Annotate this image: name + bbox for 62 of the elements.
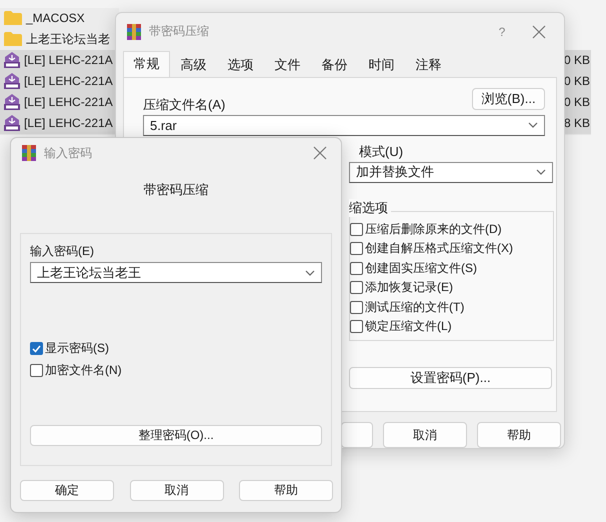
dialog-button[interactable]: 确定 [20, 480, 114, 501]
close-icon [313, 146, 327, 160]
field-label: 模式(U) [358, 142, 404, 160]
checkbox-label: 创建固实压缩文件(S) [365, 260, 477, 277]
tab[interactable]: 高级 [170, 52, 217, 76]
file-name: [LE] LEHC-221A [24, 95, 113, 110]
checkbox[interactable] [350, 300, 363, 314]
checkbox[interactable] [350, 222, 363, 236]
checkbox[interactable] [350, 242, 363, 256]
archive-icon [4, 94, 20, 110]
close-icon [532, 24, 546, 39]
checkbox[interactable] [350, 320, 363, 334]
folder-icon [4, 32, 22, 46]
tab[interactable]: 备份 [311, 52, 358, 76]
dialog-button[interactable]: 取消 [382, 422, 467, 448]
checkbox[interactable] [350, 262, 363, 275]
file-name: [LE] LEHC-221A [24, 116, 113, 130]
dialog-button[interactable]: 帮助 [239, 480, 333, 501]
dialog-button[interactable]: 帮助 [476, 422, 561, 448]
group-label: 缩选项 [349, 198, 391, 216]
checkbox-label: 加密文件名(N) [45, 362, 122, 379]
file-name: [LE] LEHC-221A [24, 74, 113, 88]
folder-icon [4, 11, 22, 26]
window-title: 输入密码 [44, 144, 92, 162]
archive-stack-icon [126, 24, 142, 40]
tab[interactable]: 文件 [264, 52, 311, 76]
tab[interactable]: 注释 [405, 52, 452, 76]
field-label: 压缩文件名(A) [143, 96, 226, 114]
window-title: 带密码压缩 [149, 23, 209, 40]
field-label: 输入密码(E) [30, 243, 94, 260]
browse-button[interactable]: 浏览(B)... [472, 88, 545, 110]
tab[interactable]: 选项 [217, 52, 264, 76]
file-name: [LE] LEHC-221A [24, 53, 113, 68]
tab[interactable]: 时间 [358, 52, 405, 76]
checkbox-label: 测试压缩的文件(T) [365, 298, 464, 316]
checkbox-label: 创建自解压格式压缩文件(X) [365, 240, 513, 258]
password-field[interactable]: 上老王论坛当老王 [30, 262, 322, 283]
chevron-down-icon [528, 122, 538, 128]
archive-stack-icon [21, 145, 37, 161]
checkbox-label: 显示密码(S) [45, 340, 109, 357]
file-name: _MACOSX [26, 11, 85, 26]
dialog-heading: 带密码压缩 [144, 181, 208, 199]
checkbox-label: 压缩后删除原来的文件(D) [365, 220, 502, 238]
dialog-button[interactable]: 取消 [130, 480, 224, 501]
checkbox[interactable] [30, 342, 43, 355]
organize-password-button[interactable]: 整理密码(O)... [30, 425, 322, 446]
checkbox[interactable] [350, 281, 363, 294]
archive-icon [4, 52, 20, 68]
archive-name-field[interactable]: 5.rar [143, 114, 545, 136]
file-name: 上老王论坛当老 [26, 30, 110, 48]
checkbox[interactable] [30, 364, 43, 377]
file-row[interactable]: _MACOSX [0, 8, 119, 30]
update-mode-field[interactable]: 加并替换文件 [349, 162, 553, 182]
archive-icon [4, 115, 20, 132]
archive-icon [4, 73, 20, 90]
tab[interactable]: 常规 [123, 50, 170, 76]
set-password-button[interactable]: 设置密码(P)... [349, 366, 552, 388]
chevron-down-icon [536, 169, 546, 175]
check-icon [32, 344, 41, 352]
checkbox-label: 添加恢复记录(E) [365, 279, 453, 296]
checkbox-label: 锁定压缩文件(L) [365, 318, 452, 336]
chevron-down-icon [305, 270, 315, 276]
